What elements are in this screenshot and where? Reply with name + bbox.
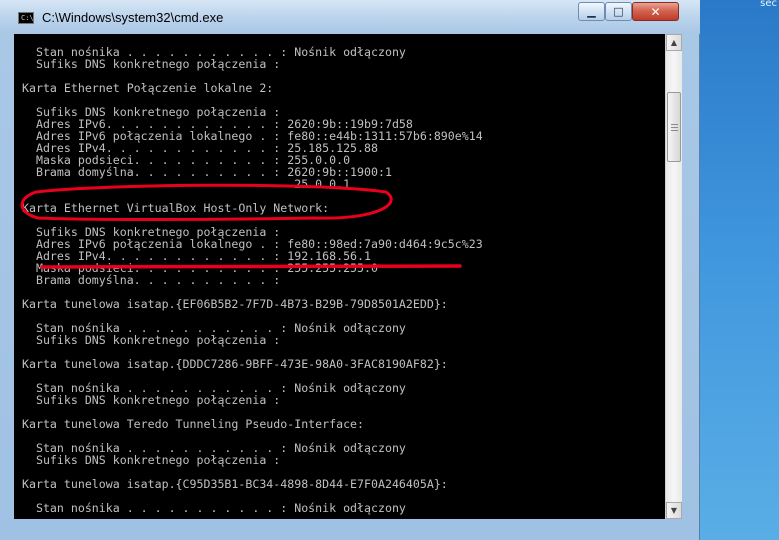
maximize-button[interactable]: □: [605, 2, 632, 21]
console-line: Stan nośnika . . . . . . . . . . . : Noś…: [22, 501, 406, 515]
console-line: Sufiks DNS konkretnego połączenia :: [22, 57, 281, 71]
scroll-down-icon: ▼: [670, 506, 678, 515]
desktop-background: sec: [700, 0, 779, 540]
close-icon: ✕: [650, 4, 661, 19]
cmd-icon-text: C:\: [21, 14, 34, 22]
console-line: Karta tunelowa isatap.{DDDC7286-9BFF-473…: [22, 357, 448, 371]
console-line: Sufiks DNS konkretnego połączenia :: [22, 453, 281, 467]
console-lines: Stan nośnika . . . . . . . . . . . : Noś…: [22, 46, 483, 514]
console-line: 25.0.0.1: [22, 177, 351, 191]
grip-line: [671, 127, 678, 128]
console-line: Karta Ethernet VirtualBox Host-Only Netw…: [22, 201, 330, 215]
console-line: Brama domyślna. . . . . . . . . . :: [22, 273, 281, 287]
cmd-app-icon[interactable]: C:\: [18, 12, 34, 24]
console-line: Sufiks DNS konkretnego połączenia :: [22, 393, 281, 407]
grip-line: [671, 124, 678, 125]
close-button[interactable]: ✕: [632, 2, 679, 21]
scroll-up-icon: ▲: [670, 38, 678, 47]
cmd-window: C:\ C:\Windows\system32\cmd.exe ▁ □ ✕ St…: [0, 0, 700, 540]
console-line: Karta tunelowa isatap.{EF06B5B2-7F7D-4B7…: [22, 297, 448, 311]
console-line: Karta tunelowa isatap.{C95D35B1-BC34-489…: [22, 477, 448, 491]
console-output[interactable]: Stan nośnika . . . . . . . . . . . : Noś…: [14, 34, 665, 519]
window-title: C:\Windows\system32\cmd.exe: [42, 10, 224, 25]
title-bar[interactable]: C:\ C:\Windows\system32\cmd.exe ▁ □ ✕: [0, 0, 700, 34]
scroll-down-button[interactable]: ▼: [666, 502, 682, 519]
scrollbar-thumb[interactable]: [667, 92, 681, 162]
console-line: Karta Ethernet Połączenie lokalne 2:: [22, 81, 274, 95]
vertical-scrollbar[interactable]: ▲ ▼: [665, 34, 682, 519]
grip-line: [671, 130, 678, 131]
maximize-icon: □: [613, 5, 624, 18]
console-line: Karta tunelowa Teredo Tunneling Pseudo-I…: [22, 417, 365, 431]
minimize-icon: ▁: [587, 5, 596, 18]
minimize-button[interactable]: ▁: [578, 2, 605, 21]
scroll-up-button[interactable]: ▲: [666, 34, 682, 51]
console-line: Sufiks DNS konkretnego połączenia :: [22, 333, 281, 347]
desktop-corner-text: sec: [760, 0, 777, 9]
